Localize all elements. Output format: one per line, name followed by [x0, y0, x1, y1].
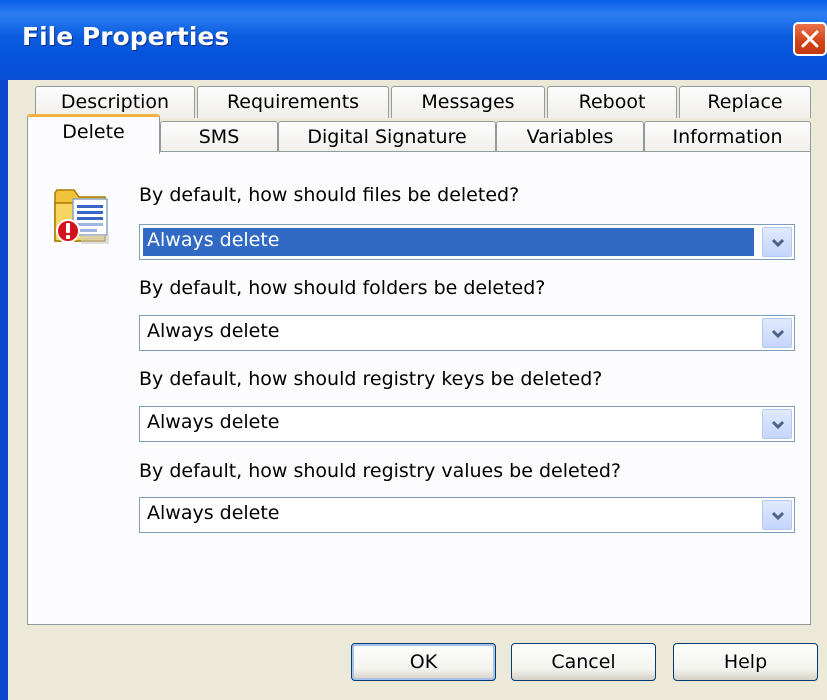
close-icon — [801, 30, 819, 48]
tab-sms[interactable]: SMS — [160, 121, 278, 153]
tab-messages[interactable]: Messages — [391, 86, 545, 118]
chevron-down-icon — [771, 511, 785, 521]
dialog-window: File Properties Description Requirements… — [0, 0, 827, 700]
registry-values-delete-select[interactable]: Always delete — [139, 497, 795, 533]
registry-keys-delete-select[interactable]: Always delete — [139, 406, 795, 442]
files-delete-select[interactable]: Always delete — [139, 224, 795, 260]
chevron-down-icon — [771, 329, 785, 339]
registry-keys-delete-dropdown-button[interactable] — [762, 409, 792, 439]
tab-variables[interactable]: Variables — [496, 121, 644, 153]
files-delete-dropdown-button[interactable] — [762, 227, 792, 257]
folders-delete-dropdown-button[interactable] — [762, 318, 792, 348]
registry-values-delete-label: By default, how should registry values b… — [139, 460, 621, 482]
tab-delete[interactable]: Delete — [27, 114, 160, 154]
registry-values-delete-value: Always delete — [147, 502, 280, 524]
tab-requirements[interactable]: Requirements — [197, 86, 389, 118]
folders-delete-label: By default, how should folders be delete… — [139, 277, 546, 299]
title-bar[interactable]: File Properties — [0, 0, 827, 80]
chevron-down-icon — [771, 420, 785, 430]
window-border — [0, 80, 8, 700]
close-button[interactable] — [793, 22, 827, 56]
tab-digital-signature[interactable]: Digital Signature — [278, 121, 496, 153]
window-title: File Properties — [22, 22, 230, 51]
tab-replace[interactable]: Replace — [679, 86, 811, 118]
files-delete-value: Always delete — [147, 229, 280, 251]
tab-reboot[interactable]: Reboot — [547, 86, 677, 118]
registry-keys-delete-label: By default, how should registry keys be … — [139, 368, 603, 390]
help-button[interactable]: Help — [673, 643, 818, 681]
folders-delete-select[interactable]: Always delete — [139, 315, 795, 351]
registry-values-delete-dropdown-button[interactable] — [762, 500, 792, 530]
delete-file-warning-icon — [53, 181, 111, 251]
cancel-button[interactable]: Cancel — [511, 643, 656, 681]
ok-button[interactable]: OK — [351, 643, 496, 681]
folders-delete-value: Always delete — [147, 320, 280, 342]
registry-keys-delete-value: Always delete — [147, 411, 280, 433]
files-delete-label: By default, how should files be deleted? — [139, 184, 520, 206]
chevron-down-icon — [771, 238, 785, 248]
tab-information[interactable]: Information — [644, 121, 811, 153]
